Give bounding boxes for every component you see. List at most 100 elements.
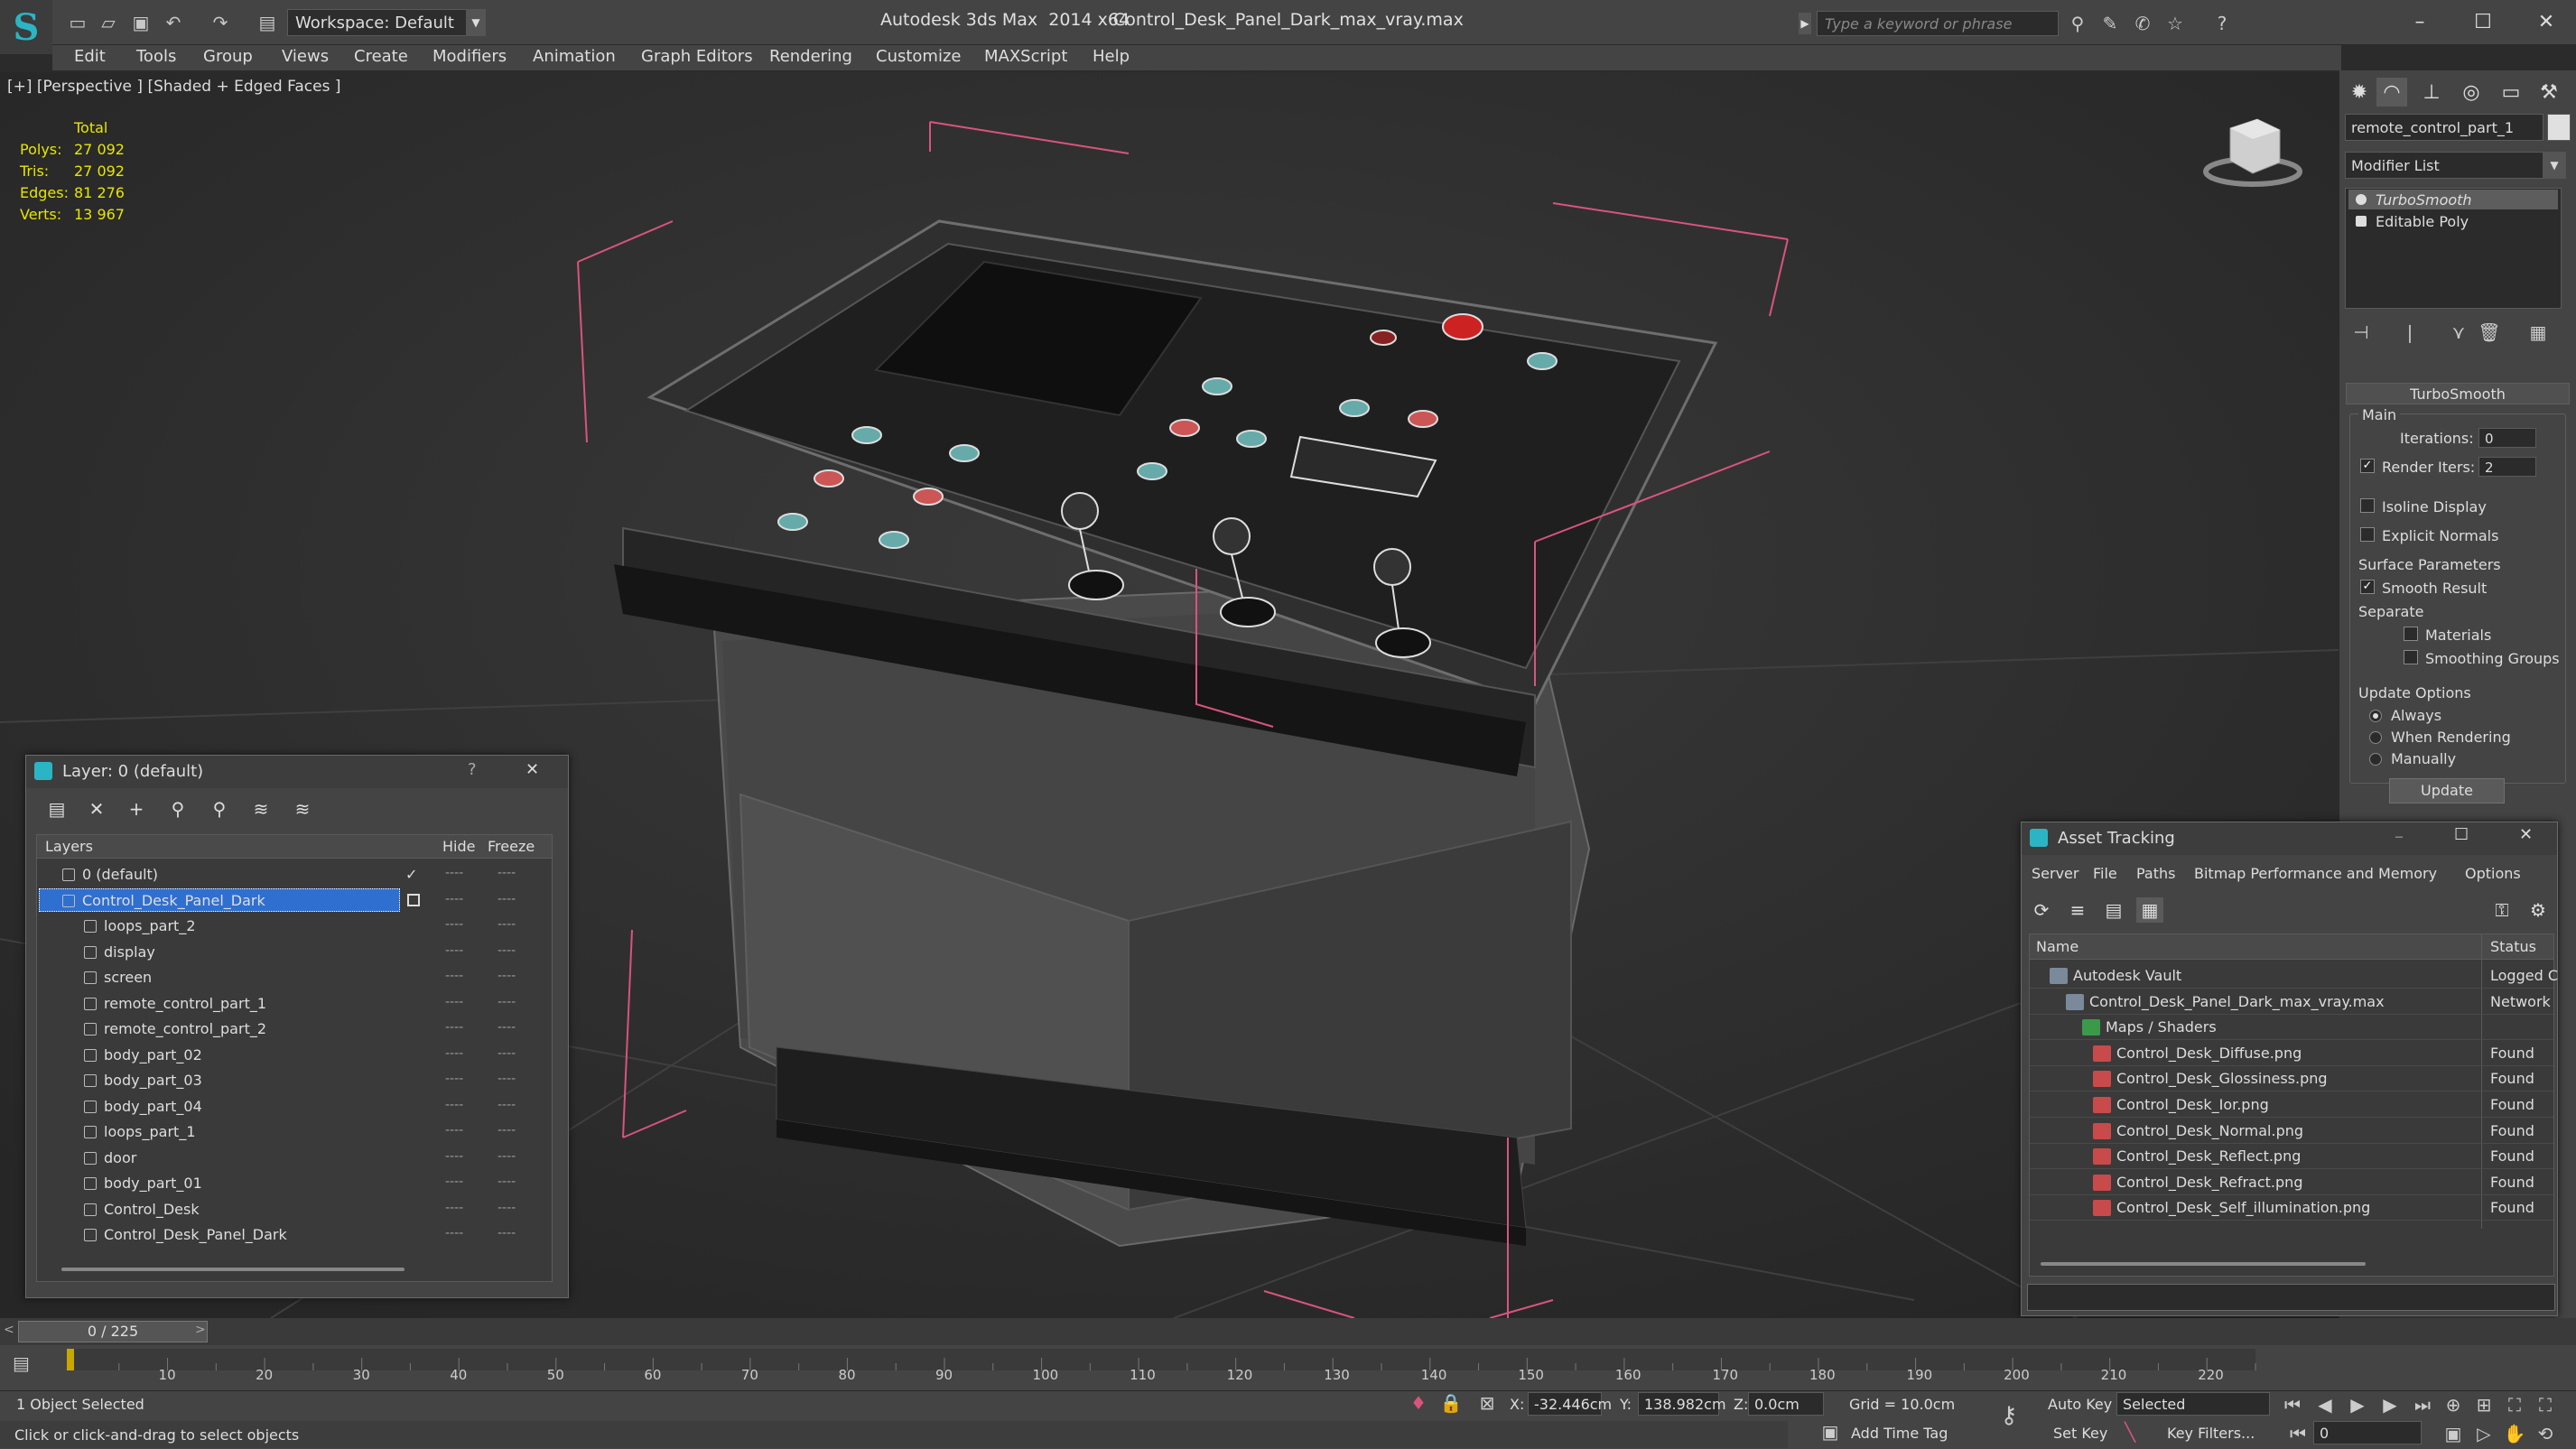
list-view-icon[interactable]: ≡ bbox=[2064, 897, 2091, 923]
play-icon[interactable]: ▶ bbox=[2344, 1392, 2371, 1417]
delete-layer-icon[interactable]: ✕ bbox=[83, 796, 110, 822]
field-of-view-icon[interactable]: ▷ bbox=[2470, 1421, 2497, 1446]
asset-row[interactable]: Control_Desk_Self_illumination.png Found bbox=[2030, 1195, 2553, 1221]
y-coordinate-field[interactable]: 138.982cm bbox=[1638, 1392, 1726, 1416]
hide-toggle[interactable]: ---- bbox=[445, 892, 463, 906]
hide-toggle[interactable]: ---- bbox=[445, 995, 463, 1009]
make-current-box[interactable] bbox=[407, 893, 420, 906]
layer-row[interactable]: display ---- ---- bbox=[37, 940, 552, 965]
communication-icon[interactable]: ✆ bbox=[2129, 11, 2156, 36]
menu-edit[interactable]: Edit bbox=[74, 47, 106, 66]
layer-row[interactable]: Control_Desk_Panel_Dark ---- ---- bbox=[37, 1222, 552, 1248]
create-tab-icon[interactable]: ✹ bbox=[2344, 78, 2375, 107]
layer-row[interactable]: door ---- ---- bbox=[37, 1146, 552, 1171]
update-button[interactable]: Update bbox=[2389, 778, 2505, 803]
redo-icon[interactable]: ↷ bbox=[208, 11, 233, 34]
save-file-icon[interactable]: ▣ bbox=[128, 11, 153, 34]
freeze-toggle[interactable]: ---- bbox=[498, 1175, 516, 1189]
layer-row[interactable]: body_part_04 ---- ---- bbox=[37, 1094, 552, 1119]
set-key-button[interactable]: Set Key bbox=[2053, 1425, 2107, 1442]
layer-help-button[interactable]: ? bbox=[468, 760, 477, 779]
asset-row[interactable]: Control_Desk_Refract.png Found bbox=[2030, 1170, 2553, 1195]
hide-toggle[interactable]: ---- bbox=[445, 1226, 463, 1240]
freeze-toggle[interactable]: ---- bbox=[498, 1226, 516, 1240]
asset-menu-bitmap-performance[interactable]: Bitmap Performance and Memory bbox=[2194, 865, 2437, 882]
layer-row[interactable]: remote_control_part_2 ---- ---- bbox=[37, 1017, 552, 1042]
layer-row[interactable]: loops_part_2 ---- ---- bbox=[37, 914, 552, 939]
always-radio[interactable] bbox=[2369, 710, 2382, 722]
asset-row[interactable]: Autodesk Vault Logged C bbox=[2030, 963, 2558, 989]
undo-icon[interactable]: ↶ bbox=[161, 11, 186, 34]
menu-group[interactable]: Group bbox=[203, 47, 253, 66]
object-color-swatch[interactable] bbox=[2547, 114, 2571, 141]
show-end-result-icon[interactable]: ❘ bbox=[2396, 320, 2423, 345]
iterations-spinner[interactable]: 0 bbox=[2478, 428, 2536, 448]
render-iters-spinner[interactable]: 2 bbox=[2478, 457, 2536, 477]
freeze-toggle[interactable]: ---- bbox=[498, 866, 516, 880]
search-expand-icon[interactable]: ▶ bbox=[1799, 13, 1811, 34]
display-tab-icon[interactable]: ▭ bbox=[2496, 78, 2526, 107]
hide-toggle[interactable]: ---- bbox=[445, 969, 463, 983]
render-iters-checkbox[interactable]: ✓ bbox=[2360, 459, 2375, 473]
col-freeze[interactable]: Freeze bbox=[488, 838, 535, 855]
auto-key-button[interactable]: Auto Key bbox=[2048, 1396, 2112, 1413]
time-prev-icon[interactable]: < bbox=[4, 1323, 14, 1337]
time-tag-icon[interactable]: ▣ bbox=[1817, 1419, 1844, 1444]
search-input[interactable]: Type a keyword or phrase bbox=[1817, 11, 2059, 36]
hide-all-layers-icon[interactable]: ≋ bbox=[247, 796, 274, 822]
utilities-tab-icon[interactable]: ⚒ bbox=[2534, 78, 2564, 107]
freeze-all-layers-icon[interactable]: ≋ bbox=[289, 796, 316, 822]
stack-item-turbosmooth[interactable]: TurboSmooth bbox=[2348, 190, 2558, 209]
hide-toggle[interactable]: ---- bbox=[445, 1175, 463, 1189]
add-to-layer-icon[interactable]: + bbox=[123, 796, 150, 822]
chevron-down-icon[interactable]: ▼ bbox=[2543, 152, 2566, 179]
asset-row[interactable]: Control_Desk_Normal.png Found bbox=[2030, 1119, 2553, 1144]
make-unique-icon[interactable]: ⋎ bbox=[2445, 320, 2472, 345]
asset-row[interactable]: Control_Desk_Reflect.png Found bbox=[2030, 1144, 2553, 1170]
set-key-icon[interactable]: ⚷ bbox=[1995, 1402, 2023, 1429]
remove-modifier-icon[interactable]: 🗑 bbox=[2476, 320, 2503, 345]
freeze-toggle[interactable]: ---- bbox=[498, 995, 516, 1009]
freeze-toggle[interactable]: ---- bbox=[498, 1020, 516, 1035]
menu-create[interactable]: Create bbox=[354, 47, 408, 66]
asset-tracking-title[interactable]: Asset Tracking bbox=[2022, 822, 2557, 855]
vault-connect-icon[interactable]: ⚿ bbox=[2488, 897, 2516, 923]
manually-radio[interactable] bbox=[2369, 753, 2382, 766]
hide-toggle[interactable]: ---- bbox=[445, 1046, 463, 1061]
hide-toggle[interactable]: ---- bbox=[445, 1098, 463, 1112]
menu-modifiers[interactable]: Modifiers bbox=[432, 47, 507, 66]
goto-end-icon[interactable]: ⏭ bbox=[2409, 1392, 2436, 1417]
help-icon[interactable]: ? bbox=[2209, 11, 2236, 36]
freeze-toggle[interactable]: ---- bbox=[498, 1098, 516, 1112]
key-mode-icon[interactable]: ╲ bbox=[2116, 1419, 2144, 1444]
time-slider[interactable]: 0 / 225 bbox=[18, 1321, 208, 1342]
goto-start-icon[interactable]: ⏮ bbox=[2279, 1392, 2306, 1417]
freeze-toggle[interactable]: ---- bbox=[498, 943, 516, 958]
asset-close-button[interactable]: ✕ bbox=[2519, 825, 2533, 844]
freeze-toggle[interactable]: ---- bbox=[498, 892, 516, 906]
hide-toggle[interactable]: ---- bbox=[445, 1020, 463, 1035]
layer-row[interactable]: body_part_02 ---- ---- bbox=[37, 1043, 552, 1068]
zoom-all-icon[interactable]: ⊞ bbox=[2470, 1392, 2497, 1417]
binoculars-icon[interactable]: ⚲ bbox=[2064, 11, 2091, 36]
freeze-toggle[interactable]: ---- bbox=[498, 1201, 516, 1215]
tree-view-icon[interactable]: ▤ bbox=[2100, 897, 2127, 923]
close-button[interactable]: ✕ bbox=[2519, 5, 2573, 38]
x-coordinate-field[interactable]: -32.446cm bbox=[1528, 1392, 1612, 1416]
col-status[interactable]: Status bbox=[2490, 938, 2536, 955]
freeze-toggle[interactable]: ---- bbox=[498, 1072, 516, 1086]
time-next-icon[interactable]: > bbox=[195, 1323, 206, 1337]
motion-tab-icon[interactable]: ◎ bbox=[2456, 78, 2487, 107]
menu-animation[interactable]: Animation bbox=[533, 47, 616, 66]
maximize-button[interactable]: ☐ bbox=[2456, 5, 2510, 38]
asset-menu-paths[interactable]: Paths bbox=[2136, 865, 2175, 882]
hide-toggle[interactable]: ---- bbox=[445, 943, 463, 958]
hide-toggle[interactable]: ---- bbox=[445, 1149, 463, 1164]
asset-horizontal-scrollbar[interactable] bbox=[2041, 1262, 2366, 1266]
minimize-button[interactable]: – bbox=[2393, 5, 2447, 38]
hide-toggle[interactable]: ---- bbox=[445, 1072, 463, 1086]
hide-toggle[interactable]: ---- bbox=[445, 1123, 463, 1138]
selection-set-dropdown[interactable]: Selected bbox=[2116, 1392, 2270, 1416]
isolate-selection-icon[interactable]: ♦ bbox=[1405, 1390, 1432, 1416]
chevron-down-icon[interactable]: ▼ bbox=[466, 9, 486, 36]
